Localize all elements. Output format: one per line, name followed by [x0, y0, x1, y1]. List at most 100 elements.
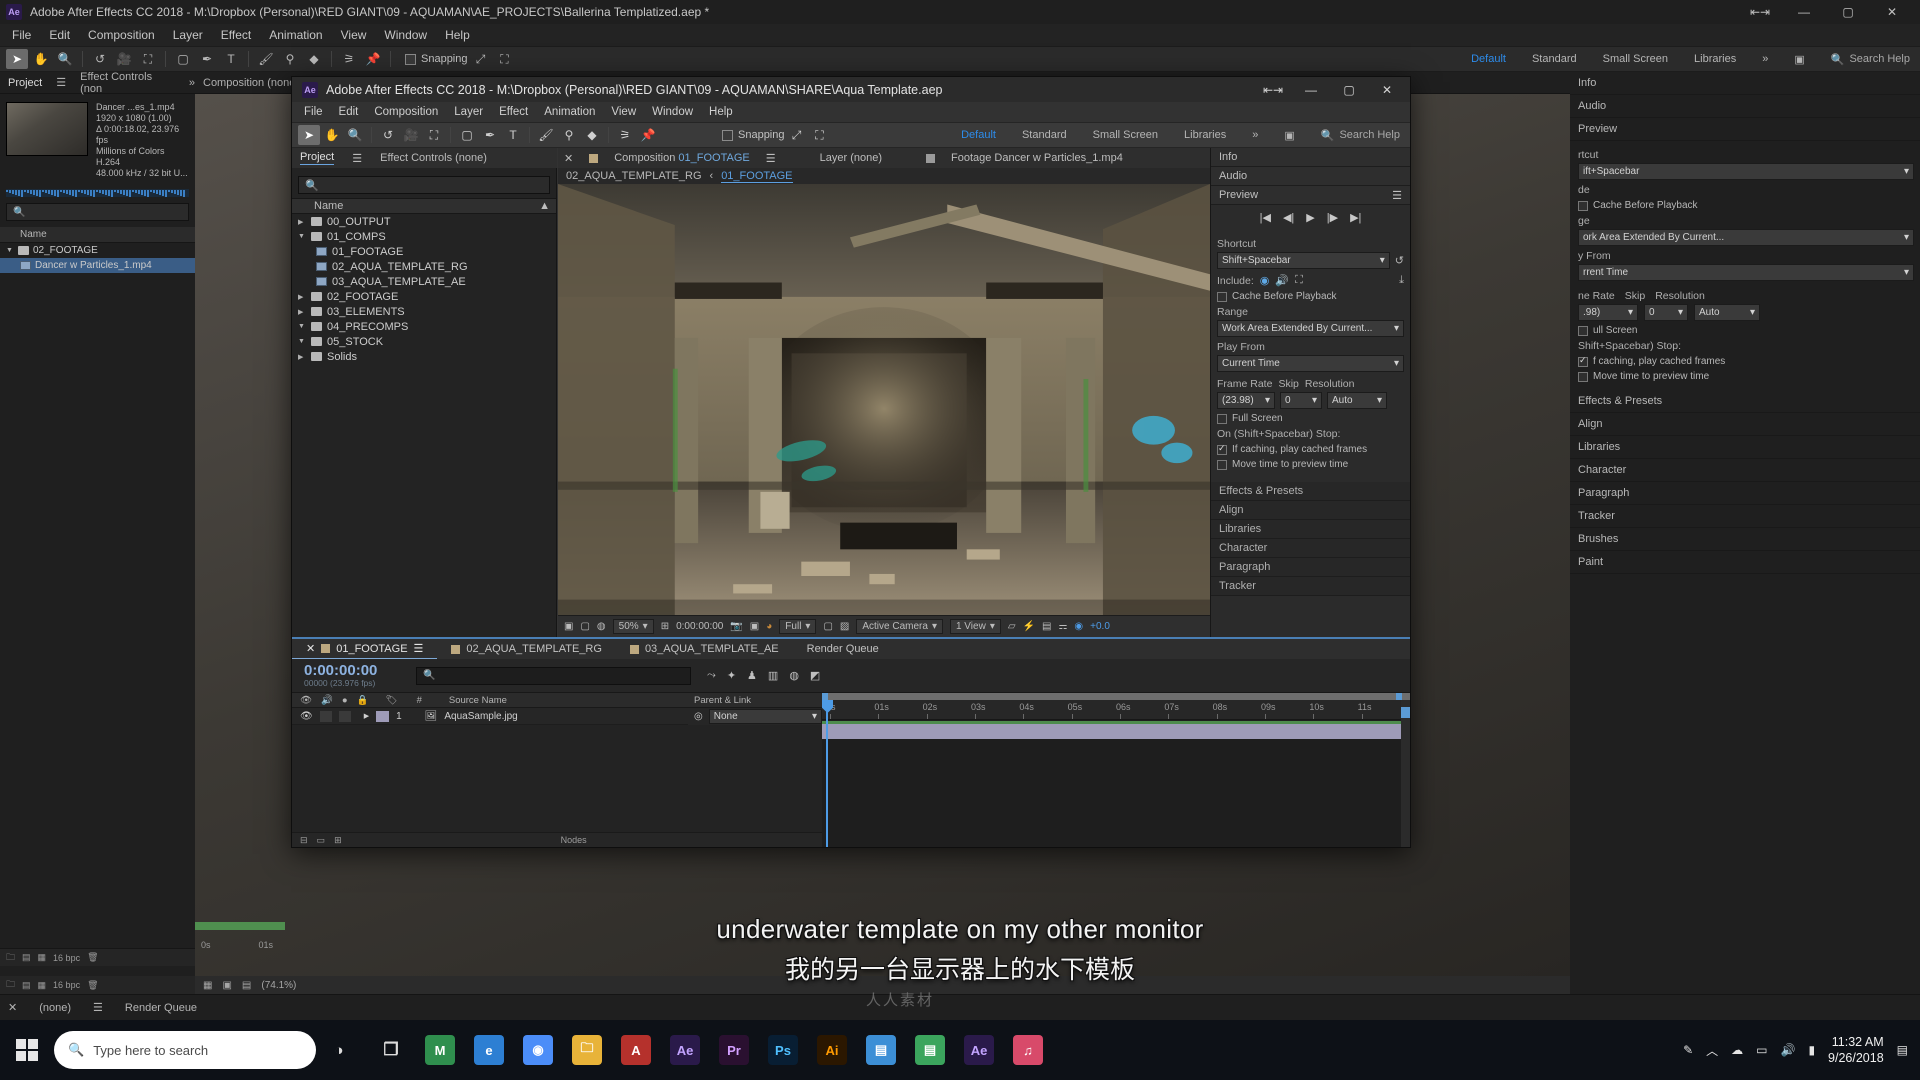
inner-preview-playfrom-select[interactable]: Current Time ▾ [1217, 355, 1404, 372]
roto-brush-tool-icon[interactable]: ⚞ [338, 49, 360, 69]
timeline-scroll-thumb[interactable] [1401, 707, 1410, 718]
work-area-end-handle[interactable] [1396, 693, 1402, 700]
inner-brush-tool-icon[interactable]: 🖌 [535, 125, 557, 145]
frame-blending-icon[interactable]: ▥ [768, 669, 778, 682]
timeline-tab-render-queue[interactable]: Render Queue [793, 639, 893, 659]
outer-menu-animation[interactable]: Animation [261, 26, 330, 44]
next-frame-icon[interactable]: |▶ [1327, 211, 1338, 224]
network-icon[interactable]: ▮ [1808, 1043, 1815, 1057]
outer-preview-cache-before-playback[interactable]: Cache Before Playback [1578, 200, 1914, 211]
inner-workspace-standard[interactable]: Standard [1022, 129, 1067, 141]
inner-tab-footage[interactable]: Footage Dancer w Particles_1.mp4 [951, 152, 1123, 164]
comp-mask-icon[interactable]: ◍ [597, 621, 606, 632]
app-illustrator-icon[interactable]: Ai [809, 1020, 855, 1080]
eye-icon[interactable]: 👁 [300, 695, 312, 706]
comp-exposure-value[interactable]: +0.0 [1090, 621, 1110, 632]
inner-hand-tool-icon[interactable]: ✋ [321, 125, 343, 145]
last-frame-icon[interactable]: ▶| [1350, 211, 1361, 224]
inner-pen-tool-icon[interactable]: ✒ [479, 125, 501, 145]
start-button[interactable] [0, 1020, 54, 1080]
include-video-icon[interactable]: ◉ [1260, 274, 1270, 287]
inner-minimize-icon[interactable]: — [1292, 77, 1330, 102]
inner-zoom-tool-icon[interactable]: 🔍 [344, 125, 366, 145]
outer-panel-character[interactable]: Character [1570, 459, 1920, 482]
inner-project-row[interactable]: 02_AQUA_TEMPLATE_RG [292, 259, 556, 274]
outer-screen-icon[interactable]: ▣ [1794, 53, 1804, 66]
snap-grid-icon[interactable]: ⛶ [494, 49, 516, 69]
inner-tab-effect-controls[interactable]: Effect Controls (none) [380, 152, 487, 164]
motion-blur-icon[interactable]: ◍ [789, 669, 799, 682]
pan-behind-tool-icon[interactable]: ⛶ [137, 49, 159, 69]
app-explorer-icon[interactable]: 🗀 [564, 1020, 610, 1080]
chevron-right-icon[interactable]: ▶ [298, 353, 306, 361]
checkbox-icon[interactable] [1578, 355, 1588, 367]
chevron-down-icon[interactable]: ▼ [298, 233, 306, 240]
outer-preview-range-select[interactable]: ork Area Extended By Current... ▾ [1578, 229, 1914, 246]
include-export-icon[interactable]: ⤓ [1399, 274, 1404, 287]
inner-project-row[interactable]: 01_FOOTAGE [292, 244, 556, 259]
label-icon[interactable]: 🏷 [386, 695, 398, 706]
outer-workspace-default[interactable]: Default [1471, 53, 1506, 65]
chevron-down-icon[interactable]: ▼ [298, 338, 306, 345]
outer-panel-menu-icon[interactable]: ☰ [56, 76, 66, 89]
app-acrobat-icon[interactable]: A [613, 1020, 659, 1080]
inner-project-row[interactable]: ▶ Solids [292, 349, 556, 364]
timeline-search-input[interactable]: 🔍 [416, 666, 691, 685]
zoom-tool-icon[interactable]: 🔍 [54, 49, 76, 69]
outer-workspace-overflow-icon[interactable]: » [1762, 53, 1768, 65]
outer-panel-preview[interactable]: Preview [1570, 118, 1920, 141]
inner-preview-shortcut-select[interactable]: Shift+Spacebar ▾ [1217, 252, 1390, 269]
inner-menu-edit[interactable]: Edit [331, 105, 367, 119]
checkbox-icon[interactable] [1217, 443, 1227, 455]
outer-menu-file[interactable]: File [4, 26, 39, 44]
layer-label-swatch[interactable] [376, 710, 390, 722]
shape-tool-icon[interactable]: ▢ [172, 49, 194, 69]
inner-comp-viewport[interactable] [558, 184, 1210, 615]
timeline-work-area-bar[interactable] [822, 693, 1410, 700]
outer-project-row-02-footage[interactable]: ▼ 02_FOOTAGE [0, 243, 195, 258]
inner-camera-tool-icon[interactable]: 🎥 [400, 125, 422, 145]
inner-menu-help[interactable]: Help [701, 105, 741, 119]
chevron-right-icon[interactable]: ▶ [298, 293, 306, 301]
outer-tab-project[interactable]: Project [8, 77, 42, 89]
inner-text-tool-icon[interactable]: T [502, 125, 524, 145]
timeline-zoom-slider[interactable]: ▭ [317, 835, 326, 846]
inner-menu-animation[interactable]: Animation [536, 105, 603, 119]
taskbar-clock[interactable]: 11:32 AM 9/26/2018 [1828, 1034, 1884, 1066]
outer-preview-playfrom-select[interactable]: rrent Time ▾ [1578, 264, 1914, 281]
comp-transparency-icon[interactable]: ▨ [840, 621, 849, 632]
app-finder-icon[interactable]: ▤ [858, 1020, 904, 1080]
outer-preview-framerate-select[interactable]: .98) ▾ [1578, 304, 1638, 321]
outer-panel-audio[interactable]: Audio [1570, 95, 1920, 118]
outer-menu-view[interactable]: View [333, 26, 375, 44]
checkbox-icon[interactable] [1578, 325, 1588, 336]
comp-zoom-select[interactable]: 50% ▾ [612, 619, 654, 634]
rotation-tool-icon[interactable]: ↺ [89, 49, 111, 69]
inner-project-row[interactable]: ▶ 02_FOOTAGE [292, 289, 556, 304]
outer-timeline-tab-render-queue[interactable]: Render Queue [125, 1002, 197, 1014]
inner-workspace-libraries[interactable]: Libraries [1184, 129, 1226, 141]
eraser-tool-icon[interactable]: ◆ [303, 49, 325, 69]
app-photoshop-icon[interactable]: Ps [760, 1020, 806, 1080]
outer-project-search-input[interactable]: 🔍 [6, 203, 189, 221]
comp-camera-select[interactable]: Active Camera ▾ [856, 619, 943, 634]
outer-tab-composition[interactable]: Composition (none) [203, 77, 299, 89]
outer-panel-brushes[interactable]: Brushes [1570, 528, 1920, 551]
work-area-start-handle[interactable] [822, 693, 828, 700]
outer-panel-paragraph[interactable]: Paragraph [1570, 482, 1920, 505]
breadcrumb-parent[interactable]: 02_AQUA_TEMPLATE_RG [566, 170, 702, 182]
timeline-tab-menu-icon[interactable]: ☰ [414, 642, 424, 655]
inner-viewer-menu-icon[interactable]: ☰ [766, 152, 776, 165]
volume-icon[interactable]: 🔊 [1780, 1043, 1795, 1057]
inner-panel-audio[interactable]: Audio [1211, 167, 1410, 186]
selection-tool-icon[interactable]: ➤ [6, 49, 28, 69]
outer-panel-effects-presets[interactable]: Effects & Presets [1570, 390, 1920, 413]
inner-project-row[interactable]: ▶ 03_ELEMENTS [292, 304, 556, 319]
first-frame-icon[interactable]: |◀ [1260, 211, 1271, 224]
outer-workspace-libraries[interactable]: Libraries [1694, 53, 1736, 65]
inner-menu-view[interactable]: View [603, 105, 644, 119]
comp-title-safe-icon[interactable]: ▢ [580, 621, 589, 632]
source-name-column-header[interactable]: Source Name [449, 695, 507, 706]
comp-flowchart-icon[interactable]: ⚎ [1058, 621, 1067, 632]
outer-panel-align[interactable]: Align [1570, 413, 1920, 436]
